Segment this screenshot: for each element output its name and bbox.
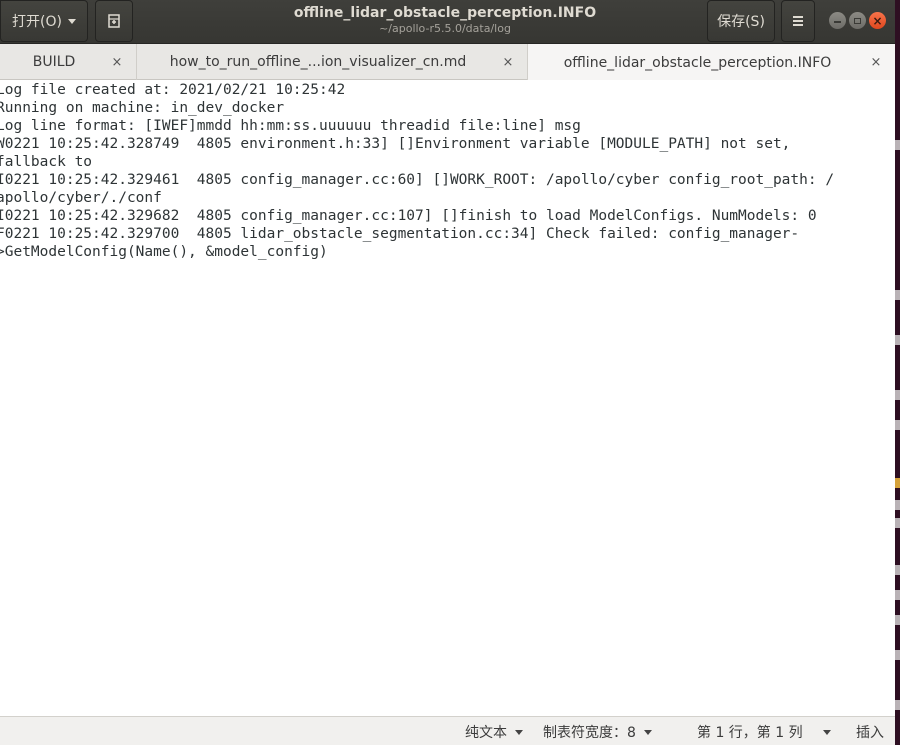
editor-content[interactable]: Log file created at: 2021/02/21 10:25:42… — [0, 80, 891, 261]
gedit-window: 打开(O) offline_lidar_obstacle_perception.… — [0, 0, 895, 745]
tab-offline-lidar-info[interactable]: offline_lidar_obstacle_perception.INFO × — [528, 44, 895, 81]
editor-line: F0221 10:25:42.329700 4805 lidar_obstacl… — [0, 226, 800, 242]
background-terminal-glyph — [895, 700, 900, 710]
menu-button[interactable] — [781, 0, 815, 42]
tab-label: offline_lidar_obstacle_perception.INFO — [563, 54, 832, 71]
background-terminal-glyph — [895, 500, 900, 510]
tab-width-label: 制表符宽度：8 — [543, 725, 636, 741]
new-document-icon — [108, 14, 120, 28]
editor-line: >GetModelConfig(Name(), &model_config) — [0, 244, 328, 260]
cursor-position-label: 第 1 行，第 1 列 — [697, 725, 803, 741]
editor-line: W0221 10:25:42.328749 4805 environment.h… — [0, 136, 791, 152]
chevron-down-icon — [67, 18, 76, 24]
tab-close-icon[interactable]: × — [867, 55, 885, 70]
background-terminal-glyph — [895, 290, 900, 300]
tab-bar: BUILD × how_to_run_offline_...ion_visual… — [0, 44, 895, 81]
title-block: offline_lidar_obstacle_perception.INFO ~… — [200, 4, 690, 36]
window-subtitle: ~/apollo-r5.5.0/data/log — [379, 22, 511, 35]
hamburger-menu-icon — [793, 16, 803, 26]
background-terminal-glyph — [895, 335, 900, 345]
window-title: offline_lidar_obstacle_perception.INFO — [293, 5, 597, 21]
close-icon: × — [872, 13, 883, 28]
minimize-icon — [834, 21, 841, 23]
close-window-button[interactable]: × — [869, 12, 886, 29]
tab-build[interactable]: BUILD × — [0, 44, 137, 80]
language-selector[interactable]: 纯文本 — [465, 722, 523, 742]
background-terminal-glyph — [895, 390, 900, 400]
status-bar: 纯文本 制表符宽度：8 第 1 行，第 1 列 插入 — [0, 716, 895, 745]
background-terminal-glyph — [895, 478, 900, 488]
maximize-button[interactable] — [849, 12, 866, 29]
cursor-position[interactable]: 第 1 行，第 1 列 — [697, 722, 803, 742]
tab-width-selector[interactable]: 制表符宽度：8 — [543, 722, 652, 742]
text-editor[interactable]: Log file created at: 2021/02/21 10:25:42… — [0, 80, 895, 716]
insert-mode-label: 插入 — [856, 725, 884, 741]
language-label: 纯文本 — [465, 725, 507, 741]
editor-line: fallback to — [0, 154, 93, 170]
background-terminal-strip — [895, 0, 900, 745]
background-terminal-glyph — [895, 565, 900, 575]
editor-line: I0221 10:25:42.329682 4805 config_manage… — [0, 208, 817, 224]
background-terminal-glyph — [895, 650, 900, 660]
open-button-label: 打开(O) — [12, 14, 62, 30]
chevron-down-icon — [643, 729, 652, 735]
editor-line: apollo/cyber/./conf — [0, 190, 162, 206]
chevron-down-icon — [515, 729, 523, 735]
editor-line: Running on machine: in_dev_docker — [0, 100, 285, 116]
background-terminal-glyph — [895, 518, 900, 528]
header-bar: 打开(O) offline_lidar_obstacle_perception.… — [0, 0, 895, 44]
tab-close-icon[interactable]: × — [108, 55, 126, 70]
minimize-button[interactable] — [829, 12, 846, 29]
background-terminal-glyph — [895, 420, 900, 430]
editor-line: Log file created at: 2021/02/21 10:25:42 — [0, 82, 346, 98]
chevron-down-icon[interactable] — [823, 730, 831, 735]
tab-close-icon[interactable]: × — [499, 55, 517, 70]
tab-how-to-run[interactable]: how_to_run_offline_...ion_visualizer_cn.… — [137, 44, 528, 80]
new-document-button[interactable] — [95, 0, 133, 42]
background-terminal-glyph — [895, 615, 900, 625]
open-button[interactable]: 打开(O) — [0, 0, 88, 42]
insert-mode: 插入 — [856, 722, 884, 742]
maximize-icon — [854, 17, 861, 24]
tab-label: how_to_run_offline_...ion_visualizer_cn.… — [169, 54, 467, 70]
tab-label: BUILD — [32, 54, 76, 70]
editor-line: Log line format: [IWEF]mmdd hh:mm:ss.uuu… — [0, 118, 581, 134]
background-terminal-glyph — [895, 590, 900, 600]
background-terminal-glyph — [895, 140, 900, 150]
editor-line: I0221 10:25:42.329461 4805 config_manage… — [0, 172, 835, 188]
save-button-label: 保存(S) — [717, 14, 765, 30]
save-button[interactable]: 保存(S) — [707, 0, 775, 42]
